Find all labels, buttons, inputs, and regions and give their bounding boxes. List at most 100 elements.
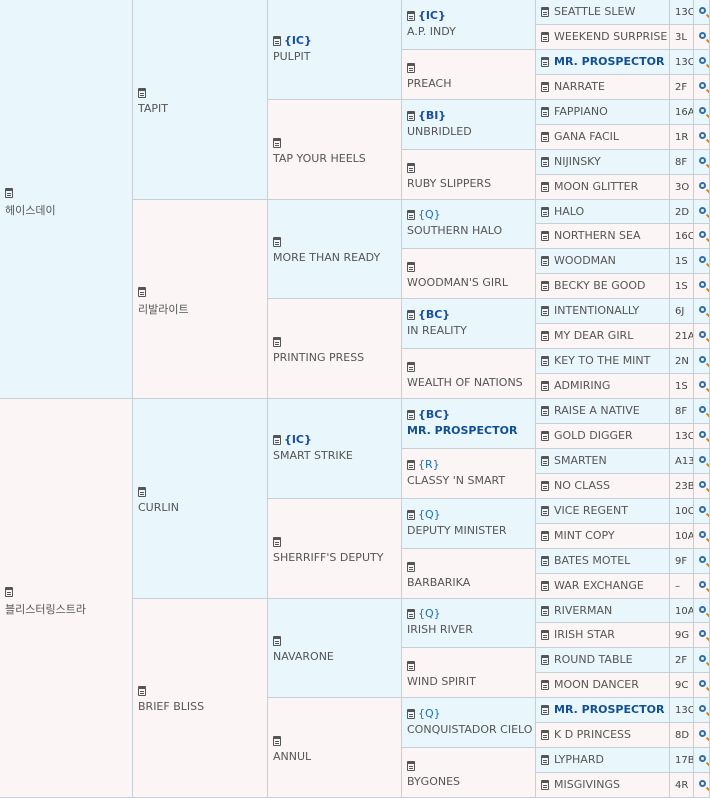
gen2-horse-cell[interactable]: TAPIT: [133, 0, 268, 200]
clipboard-icon[interactable]: [138, 486, 146, 497]
clipboard-icon[interactable]: [407, 262, 415, 273]
search-cell[interactable]: [694, 673, 710, 699]
horse-name[interactable]: 블리스터링스트라: [5, 601, 86, 617]
magnifier-icon[interactable]: [699, 505, 706, 513]
gen5-horse-cell[interactable]: INTENTIONALLY: [536, 299, 670, 325]
horse-name[interactable]: MOON DANCER: [554, 678, 639, 691]
magnifier-icon[interactable]: [699, 131, 706, 139]
gen4-horse-cell[interactable]: WIND SPIRIT: [402, 648, 536, 699]
horse-name[interactable]: PREACH: [407, 77, 452, 90]
gen4-horse-cell[interactable]: {BC} IN REALITY: [402, 299, 536, 350]
gen5-horse-cell[interactable]: K D PRINCESS: [536, 723, 670, 749]
magnifier-icon[interactable]: [699, 206, 706, 214]
horse-name[interactable]: PULPIT: [273, 50, 310, 63]
gen5-horse-cell[interactable]: ADMIRING: [536, 374, 670, 399]
search-cell[interactable]: [694, 149, 710, 175]
clipboard-icon[interactable]: [541, 381, 549, 392]
search-cell[interactable]: [694, 623, 710, 649]
horse-name[interactable]: BRIEF BLISS: [138, 700, 204, 713]
horse-name[interactable]: MY DEAR GIRL: [554, 329, 633, 342]
clipboard-icon[interactable]: [273, 337, 281, 348]
horse-name[interactable]: UNBRIDLED: [407, 125, 472, 138]
gen5-horse-cell[interactable]: IRISH STAR: [536, 623, 670, 649]
clipboard-icon[interactable]: [138, 686, 146, 697]
horse-name[interactable]: NO CLASS: [554, 479, 610, 492]
clipboard-icon[interactable]: [5, 586, 13, 597]
gen5-horse-cell[interactable]: MOON DANCER: [536, 673, 670, 699]
clipboard-icon[interactable]: [407, 609, 415, 620]
search-cell[interactable]: [694, 548, 710, 574]
search-cell[interactable]: [694, 174, 710, 200]
gen5-horse-cell[interactable]: MINT COPY: [536, 523, 670, 549]
gen5-horse-cell[interactable]: VICE REGENT: [536, 498, 670, 524]
search-cell[interactable]: [694, 374, 710, 399]
horse-name[interactable]: GANA FACIL: [554, 130, 619, 143]
gen5-horse-cell[interactable]: SMARTEN: [536, 448, 670, 474]
clipboard-icon[interactable]: [407, 409, 415, 420]
horse-name[interactable]: MORE THAN READY: [273, 251, 380, 264]
magnifier-icon[interactable]: [699, 56, 706, 64]
search-cell[interactable]: [694, 473, 710, 499]
clipboard-icon[interactable]: [541, 356, 549, 367]
clipboard-icon[interactable]: [541, 455, 549, 466]
clipboard-icon[interactable]: [138, 87, 146, 98]
search-cell[interactable]: [694, 423, 710, 449]
gen4-horse-cell[interactable]: {Q} DEPUTY MINISTER: [402, 498, 536, 549]
clipboard-icon[interactable]: [541, 655, 549, 666]
magnifier-icon[interactable]: [699, 306, 706, 314]
gen5-horse-cell[interactable]: NORTHERN SEA: [536, 224, 670, 250]
gen5-horse-cell[interactable]: WAR EXCHANGE: [536, 573, 670, 599]
gen4-horse-cell[interactable]: {Q} IRISH RIVER: [402, 598, 536, 649]
horse-name[interactable]: SMART STRIKE: [273, 449, 353, 462]
magnifier-icon[interactable]: [699, 381, 706, 389]
clipboard-icon[interactable]: [273, 434, 281, 445]
clipboard-icon[interactable]: [541, 206, 549, 217]
horse-name[interactable]: NARRATE: [554, 80, 605, 93]
gen4-horse-cell[interactable]: RUBY SLIPPERS: [402, 149, 536, 200]
horse-name[interactable]: WOODMAN: [554, 254, 616, 267]
horse-name[interactable]: SEATTLE SLEW: [554, 5, 635, 18]
gen4-horse-cell[interactable]: {BC} MR. PROSPECTOR: [402, 399, 536, 449]
horse-name[interactable]: SMARTEN: [554, 454, 607, 467]
gen4-horse-cell[interactable]: {Q} SOUTHERN HALO: [402, 199, 536, 250]
search-cell[interactable]: [694, 49, 710, 75]
clipboard-icon[interactable]: [541, 156, 549, 167]
clipboard-icon[interactable]: [273, 636, 281, 647]
clipboard-icon[interactable]: [541, 406, 549, 416]
clipboard-icon[interactable]: [541, 705, 549, 716]
gen3-horse-cell[interactable]: MORE THAN READY: [268, 199, 402, 300]
clipboard-icon[interactable]: [407, 459, 415, 470]
search-cell[interactable]: [694, 399, 710, 424]
gen5-horse-cell[interactable]: NO CLASS: [536, 473, 670, 499]
clipboard-icon[interactable]: [273, 137, 281, 148]
clipboard-icon[interactable]: [541, 730, 549, 741]
magnifier-icon[interactable]: [699, 580, 706, 588]
clipboard-icon[interactable]: [541, 56, 549, 67]
clipboard-icon[interactable]: [541, 680, 549, 691]
gen3-horse-cell[interactable]: SHERRIFF'S DEPUTY: [268, 498, 402, 599]
gen2-horse-cell[interactable]: CURLIN: [133, 399, 268, 599]
clipboard-icon[interactable]: [541, 81, 549, 92]
magnifier-icon[interactable]: [699, 256, 706, 264]
horse-name[interactable]: RUBY SLIPPERS: [407, 177, 491, 190]
clipboard-icon[interactable]: [541, 755, 549, 766]
horse-name[interactable]: MR. PROSPECTOR: [554, 703, 664, 716]
search-cell[interactable]: [694, 648, 710, 674]
gen5-horse-cell[interactable]: FAPPIANO: [536, 99, 670, 125]
horse-name[interactable]: CONQUISTADOR CIELO: [407, 723, 532, 736]
clipboard-icon[interactable]: [541, 281, 549, 292]
clipboard-icon[interactable]: [541, 605, 549, 616]
horse-name[interactable]: WIND SPIRIT: [407, 675, 476, 688]
gen5-horse-cell[interactable]: WEEKEND SURPRISE: [536, 24, 670, 50]
magnifier-icon[interactable]: [699, 7, 706, 14]
magnifier-icon[interactable]: [699, 455, 706, 463]
clipboard-icon[interactable]: [541, 630, 549, 641]
magnifier-icon[interactable]: [699, 430, 706, 438]
search-cell[interactable]: [694, 299, 710, 325]
horse-name[interactable]: MR. PROSPECTOR: [407, 424, 517, 437]
magnifier-icon[interactable]: [699, 480, 706, 488]
search-cell[interactable]: [694, 573, 710, 599]
magnifier-icon[interactable]: [699, 630, 706, 638]
clipboard-icon[interactable]: [541, 331, 549, 342]
magnifier-icon[interactable]: [699, 231, 706, 239]
